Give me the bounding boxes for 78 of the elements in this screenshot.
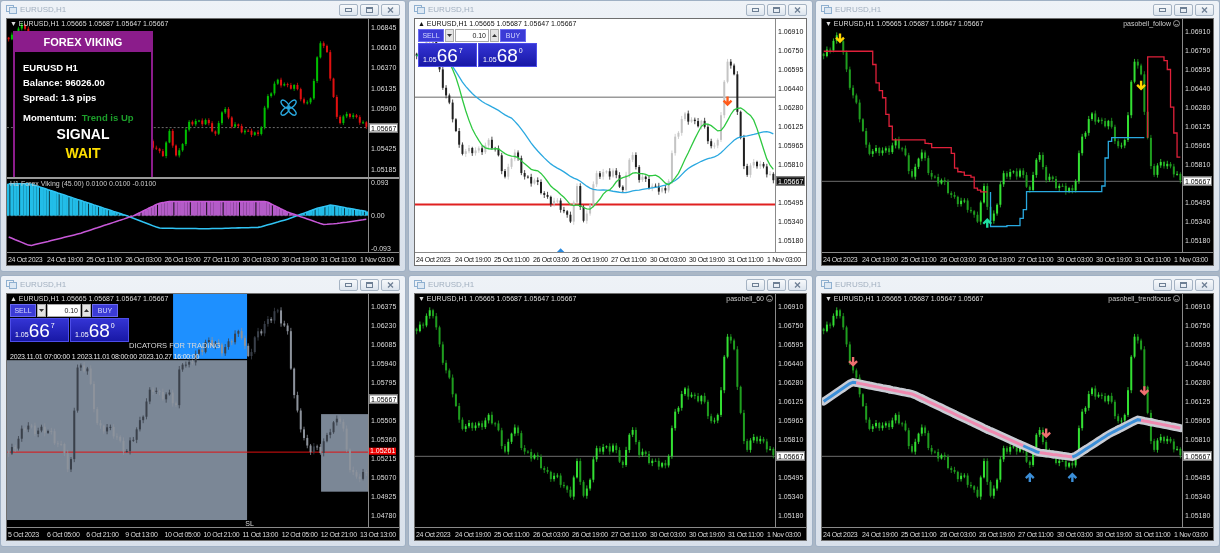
minimize-icon <box>1159 7 1166 12</box>
close-icon <box>387 6 394 13</box>
minimize-icon <box>345 7 352 12</box>
up-arrow-icon <box>982 218 993 229</box>
close-button[interactable] <box>788 3 807 16</box>
decrease-button[interactable] <box>37 304 46 317</box>
momentum-label: Momentum: <box>23 112 77 123</box>
circle-icon <box>766 295 773 302</box>
maximize-button[interactable] <box>767 278 786 291</box>
down-arrow-icon <box>1041 427 1052 439</box>
maximize-button[interactable] <box>1174 278 1193 291</box>
close-icon <box>387 281 394 288</box>
window-icon <box>414 280 425 289</box>
maximize-button[interactable] <box>360 3 379 16</box>
maximize-icon <box>366 6 373 13</box>
up-arrow-icon <box>555 248 566 252</box>
increase-button[interactable] <box>82 304 91 317</box>
caret-down-icon <box>39 309 44 312</box>
minimize-button[interactable] <box>1153 3 1172 16</box>
close-button[interactable] <box>1195 3 1214 16</box>
info-text: Spread: 1.3 pips <box>23 92 98 103</box>
up-arrow-icon <box>1024 472 1035 484</box>
maximize-button[interactable] <box>360 278 379 291</box>
momentum-value: Trend is Up <box>81 112 134 123</box>
window-title: EURUSD,H1 <box>20 280 67 289</box>
minimize-icon <box>752 7 759 12</box>
down-arrow-icon <box>1135 79 1147 91</box>
signal-value: WAIT <box>64 145 102 161</box>
window-icon <box>6 280 17 289</box>
minimize-button[interactable] <box>339 278 358 291</box>
circle-icon <box>1173 20 1180 27</box>
close-icon <box>794 6 801 13</box>
window-title: EURUSD,H1 <box>835 5 882 14</box>
caret-down-icon <box>447 34 452 37</box>
maximize-button[interactable] <box>1174 3 1193 16</box>
window-icon <box>821 280 832 289</box>
minimize-button[interactable] <box>339 3 358 16</box>
butterfly-icon <box>280 99 297 116</box>
down-arrow-icon <box>1139 385 1150 396</box>
window-title: EURUSD,H1 <box>20 5 67 14</box>
info-text: Balance: 96026.00 <box>23 77 106 88</box>
close-icon <box>794 281 801 288</box>
window-icon <box>6 5 17 14</box>
close-button[interactable] <box>788 278 807 291</box>
minimize-icon <box>752 282 759 287</box>
close-button[interactable] <box>1195 278 1214 291</box>
down-arrow-icon <box>834 32 846 44</box>
info-text: EURUSD H1 <box>23 62 79 73</box>
minimize-icon <box>345 282 352 287</box>
close-icon <box>1201 6 1208 13</box>
window-title: EURUSD,H1 <box>428 280 475 289</box>
increase-button[interactable] <box>490 29 499 42</box>
down-arrow-icon <box>722 95 733 107</box>
caret-up-icon <box>84 309 89 312</box>
minimize-button[interactable] <box>746 278 765 291</box>
maximize-icon <box>366 281 373 288</box>
caret-up-icon <box>492 34 497 37</box>
maximize-icon <box>773 6 780 13</box>
panel-title: FOREX VIKING <box>15 33 151 52</box>
minimize-icon <box>1159 282 1166 287</box>
maximize-icon <box>1180 281 1187 288</box>
minimize-button[interactable] <box>1153 278 1172 291</box>
close-icon <box>1201 281 1208 288</box>
signal-label: SIGNAL <box>55 127 111 142</box>
circle-icon <box>1173 295 1180 302</box>
window-title: EURUSD,H1 <box>835 280 882 289</box>
minimize-button[interactable] <box>746 3 765 16</box>
maximize-icon <box>1180 6 1187 13</box>
close-button[interactable] <box>381 3 400 16</box>
window-icon <box>821 5 832 14</box>
maximize-button[interactable] <box>767 3 786 16</box>
decrease-button[interactable] <box>445 29 454 42</box>
window-title: EURUSD,H1 <box>428 5 475 14</box>
window-icon <box>414 5 425 14</box>
down-arrow-icon <box>847 355 859 367</box>
maximize-icon <box>773 281 780 288</box>
close-button[interactable] <box>381 278 400 291</box>
up-arrow-icon <box>1067 472 1078 484</box>
